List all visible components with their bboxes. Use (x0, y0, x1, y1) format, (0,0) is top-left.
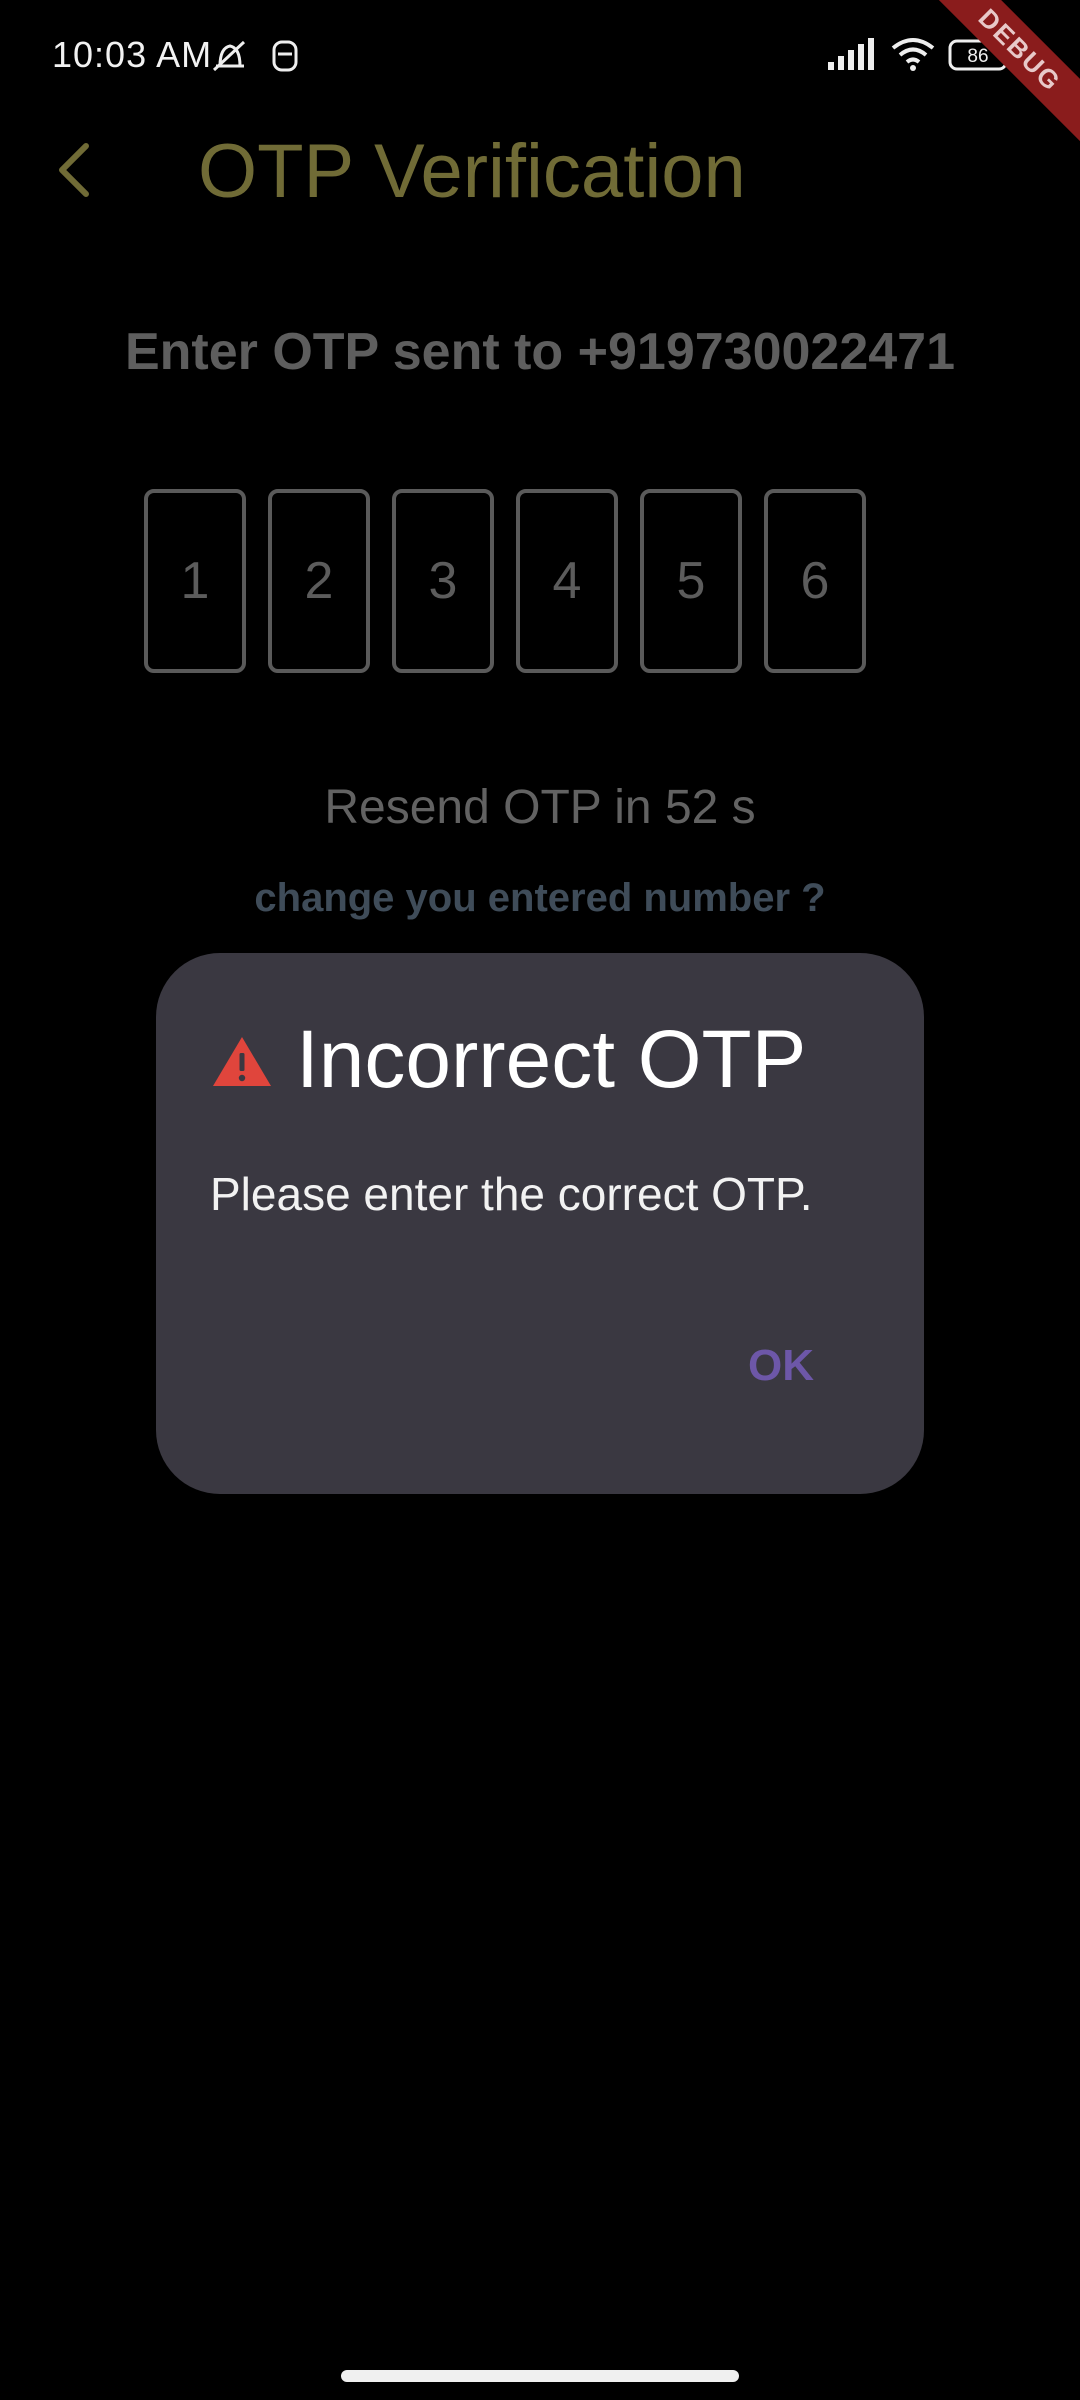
otp-digit-field[interactable]: 6 (764, 489, 866, 673)
home-indicator[interactable] (341, 2370, 739, 2382)
back-button[interactable] (34, 132, 114, 212)
battery-level: 86 (967, 46, 988, 67)
dialog-title: Incorrect OTP (296, 1014, 807, 1105)
mute-notification-icon (206, 36, 250, 81)
warning-icon (210, 1033, 274, 1094)
change-number-link[interactable]: change you entered number ? (0, 876, 1080, 921)
status-bar: 10:03 AM 86 DEBUG (0, 0, 1080, 158)
signal-icon (826, 36, 876, 77)
ok-button[interactable]: OK (748, 1331, 814, 1401)
otp-prompt: Enter OTP sent to +919730022471 (124, 323, 956, 381)
otp-digit-field[interactable]: 5 (640, 489, 742, 673)
app-notification-icon (270, 36, 300, 81)
wifi-icon (890, 36, 936, 77)
otp-digit-field[interactable]: 2 (268, 489, 370, 673)
page-title: OTP Verification (198, 129, 746, 214)
chevron-left-icon (54, 140, 94, 205)
otp-digit-field[interactable]: 3 (392, 489, 494, 673)
status-time: 10:03 AM (52, 34, 213, 75)
otp-input-row: 1 2 3 4 5 6 (144, 489, 866, 673)
otp-digit-field[interactable]: 4 (516, 489, 618, 673)
otp-digit-field[interactable]: 1 (144, 489, 246, 673)
resend-timer: Resend OTP in 52 s (324, 781, 756, 834)
incorrect-otp-dialog: Incorrect OTP Please enter the correct O… (156, 953, 924, 1494)
app-bar: OTP Verification (0, 110, 1080, 230)
dialog-message: Please enter the correct OTP. (210, 1168, 813, 1220)
